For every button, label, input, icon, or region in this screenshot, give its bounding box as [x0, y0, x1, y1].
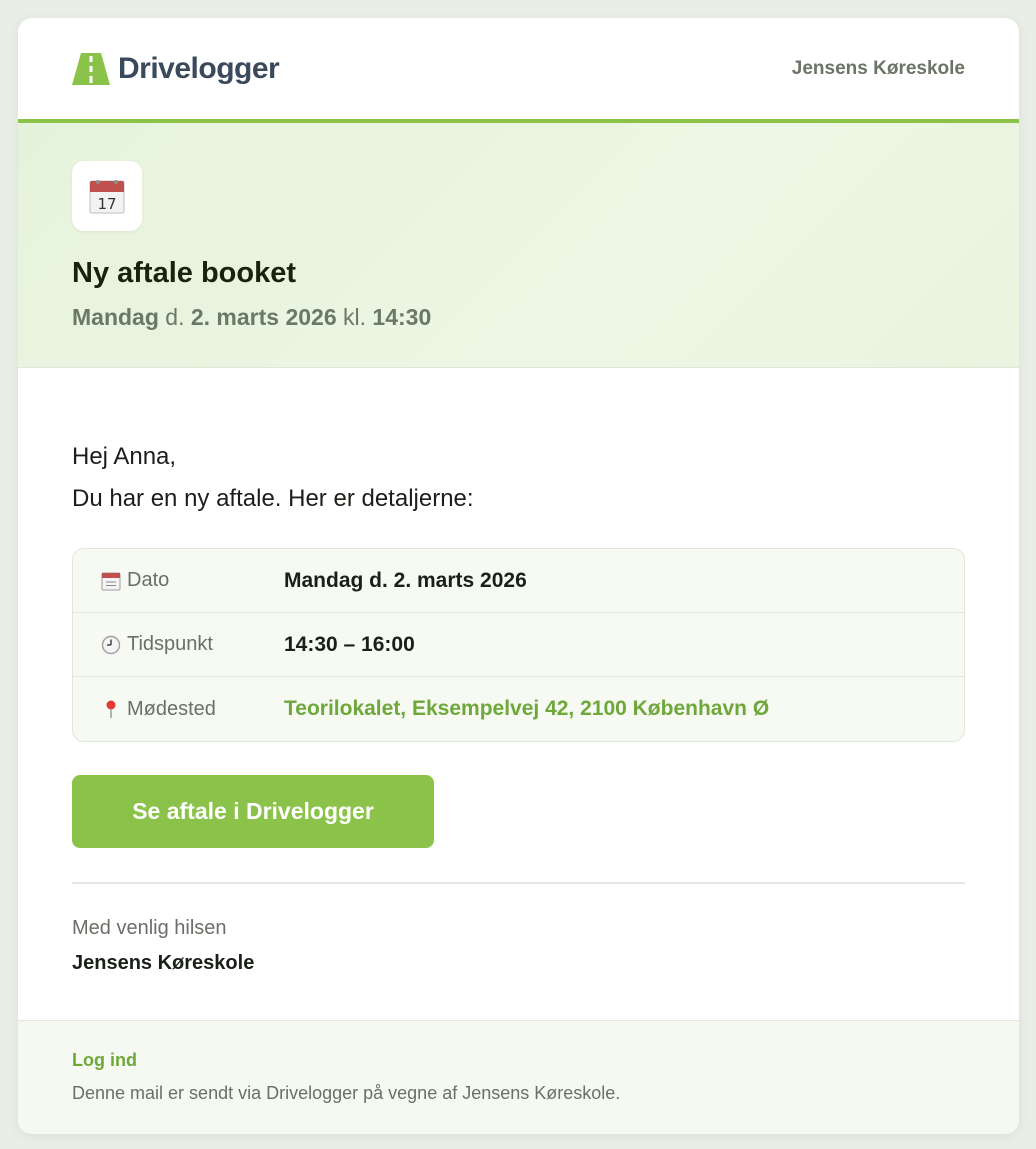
road-logo-icon: [72, 52, 110, 85]
brand-name: Drivelogger: [118, 51, 280, 85]
email-body: Hej Anna, Du har en ny aftale. Her er de…: [18, 368, 1019, 975]
details-table: Dato Mandag d. 2. marts 2026 Tidspunkt 1…: [72, 548, 965, 742]
signature: Jensens Køreskole: [72, 951, 255, 974]
detail-row-time: Tidspunkt 14:30 – 16:00: [73, 613, 964, 677]
intro-text: Du har en ny aftale. Her er detaljerne:: [72, 485, 474, 512]
detail-label-location: Mødested: [127, 697, 216, 720]
calendar-icon: [101, 572, 121, 590]
summary-weekday: Mandag: [72, 304, 159, 330]
view-appointment-button[interactable]: Se aftale i Drivelogger: [72, 775, 434, 848]
signoff-text: Med venlig hilsen: [72, 916, 227, 939]
detail-label-date: Dato: [127, 569, 170, 591]
greeting: Hej Anna,: [72, 443, 177, 470]
pin-icon: [106, 700, 116, 718]
email-footer: Log ind Denne mail er sendt via Drivelog…: [18, 1020, 1019, 1134]
summary-date-prefix: d.: [165, 304, 185, 330]
hero-banner: 17 Ny aftale booket Mandag d. 2. marts 2…: [18, 123, 1019, 368]
detail-value-time: 14:30 – 16:00: [284, 632, 415, 656]
detail-value-date: Mandag d. 2. marts 2026: [284, 568, 527, 592]
calendar-icon-day: 17: [97, 195, 116, 213]
page-title: Ny aftale booket: [72, 257, 296, 289]
calendar-icon: 17: [89, 180, 125, 214]
school-name: Jensens Køreskole: [791, 57, 965, 79]
drivelogger-logo: Drivelogger: [72, 51, 280, 86]
detail-row-date: Dato Mandag d. 2. marts 2026: [73, 549, 964, 613]
summary-date: 2. marts 2026: [190, 304, 337, 330]
summary-time: 14:30: [372, 304, 432, 330]
detail-row-location: Mødested Teorilokalet, Eksempelvej 42, 2…: [73, 677, 964, 741]
clock-icon: [101, 635, 121, 654]
email-card: Drivelogger Jensens Køreskole 17 Ny afta…: [18, 18, 1019, 1134]
summary-time-prefix: kl.: [343, 304, 367, 330]
email-header: Drivelogger Jensens Køreskole: [18, 18, 1019, 123]
hero-calendar-badge: 17: [72, 161, 142, 231]
login-link[interactable]: Log ind: [72, 1050, 965, 1071]
detail-label-time: Tidspunkt: [127, 633, 213, 655]
location-link[interactable]: Teorilokalet, Eksempelvej 42, 2100 Køben…: [284, 697, 769, 721]
divider: [72, 882, 965, 884]
footer-note: Denne mail er sendt via Drivelogger på v…: [72, 1083, 621, 1103]
appointment-summary: Mandag d. 2. marts 2026 kl. 14:30: [72, 304, 965, 331]
